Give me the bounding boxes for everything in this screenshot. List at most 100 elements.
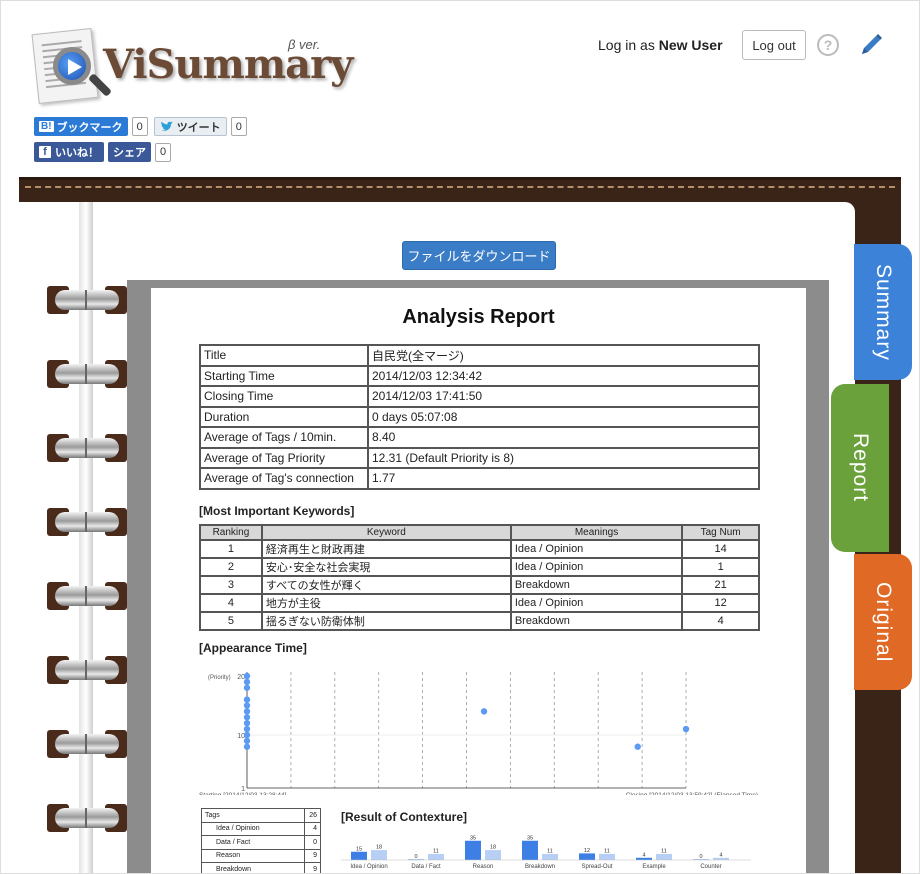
tab-summary[interactable]: Summary [854, 244, 912, 380]
info-label: Title [199, 344, 369, 367]
facebook-share-button[interactable]: シェア [108, 142, 151, 162]
logout-button[interactable]: Log out [742, 30, 806, 60]
magnifier-play-icon [53, 47, 91, 85]
binder-ring [47, 356, 127, 392]
notebook: ファイルをダウンロード Analysis Report Title 自民党(全マー… [19, 177, 912, 873]
data-point [243, 702, 251, 709]
hatena-bookmark-button[interactable]: B! ブックマーク [34, 117, 128, 136]
data-point [243, 678, 251, 686]
keyword-row: 1 経済再生と財政再建 Idea / Opinion 14 [199, 539, 760, 559]
keyword-tagnum: 14 [681, 539, 760, 559]
keywords-header: Keyword [260, 524, 512, 541]
info-value: 12.31 (Default Priority is 8) [367, 446, 760, 469]
keyword-meaning: Idea / Opinion [509, 539, 684, 559]
keyword-row: 5 揺るぎない防衛体制 Breakdown 4 [199, 611, 760, 631]
data-point [243, 743, 251, 750]
binder-ring [47, 282, 127, 318]
contexture-bar [351, 851, 367, 860]
data-point [243, 731, 251, 739]
keywords-title: [Most Important Keywords] [199, 504, 355, 518]
ring-bar [55, 808, 119, 828]
data-point [634, 743, 641, 750]
binder-ring [47, 430, 127, 466]
login-prefix: Log in as [598, 37, 659, 53]
info-label: Average of Tag's connection [199, 467, 369, 490]
info-label: Average of Tag Priority [199, 446, 369, 469]
ring-bar [55, 438, 119, 458]
tab-report[interactable]: Report [831, 384, 889, 552]
info-row: Average of Tag Priority 12.31 (Default Pr… [199, 446, 760, 469]
tags-label: Data / Fact [201, 835, 305, 850]
tab-summary-label: Summary [872, 263, 895, 361]
tab-report-label: Report [849, 433, 872, 503]
info-label: Duration [199, 405, 369, 428]
keyword-meaning: Breakdown [509, 611, 684, 631]
keyword-text: すべての女性が輝く [260, 575, 512, 595]
binder-ring [47, 504, 127, 540]
notebook-page: ファイルをダウンロード Analysis Report Title 自民党(全マー… [19, 202, 855, 873]
x-end-label: Closing [2014/12/03 13:59:42] (Elapsed T… [626, 792, 758, 795]
info-value: 1.77 [367, 467, 760, 490]
contexture-bar [522, 840, 538, 860]
contexture-bar-chart: 15 18 Idea / Opinion 0 11 Data / Fact 35 18 Reas… [341, 835, 751, 870]
hatena-count: 0 [131, 117, 148, 136]
pencil-icon[interactable] [857, 31, 885, 59]
facebook-icon: f [39, 146, 51, 158]
beta-label: β ver. [288, 37, 321, 52]
category-label: Counter [700, 864, 721, 870]
keyword-text: 安心･安全な社会実現 [260, 557, 512, 577]
binder-ring [47, 726, 127, 762]
bar-value-label: 4 [642, 852, 645, 858]
keyword-meaning: Breakdown [509, 575, 684, 595]
category-label: Reason [473, 864, 494, 870]
bar-value-label: 11 [547, 848, 553, 854]
help-icon[interactable]: ? [817, 34, 839, 56]
data-point [243, 684, 251, 691]
user-name: New User [658, 37, 723, 53]
keywords-header: Ranking [199, 524, 263, 541]
keyword-row: 3 すべての女性が輝く Breakdown 21 [199, 575, 760, 595]
info-row: Title 自民党(全マージ) [199, 344, 760, 367]
app-root: ViSummary β ver. Log in as New User Log … [0, 0, 920, 874]
category-label: Idea / Opinion [350, 864, 387, 870]
tags-value: 9 [304, 848, 321, 863]
tags-value: 0 [304, 835, 321, 850]
info-row: Average of Tags / 10min. 8.40 [199, 426, 760, 449]
appearance-time-chart: (Priority)20101Starting [2014/12/03 13:2… [199, 672, 758, 795]
category-label: Data / Fact [411, 864, 441, 870]
visummary-logo[interactable]: ViSummary β ver. [31, 28, 353, 109]
report-title: Analysis Report [402, 306, 555, 328]
info-label: Starting Time [199, 364, 369, 387]
tweet-count: 0 [230, 117, 247, 136]
contexture-bar [579, 853, 595, 860]
y-tick-label: 20 [237, 674, 245, 681]
login-status: Log in as New User [598, 37, 723, 53]
data-point [243, 719, 251, 727]
bar-value-label: 12 [584, 848, 590, 854]
y-tick-label: 10 [237, 733, 245, 740]
tweet-button[interactable]: ツイート [153, 117, 227, 136]
keyword-tagnum: 21 [681, 575, 760, 595]
data-point [243, 672, 251, 680]
facebook-like-button[interactable]: f いいね！ [34, 142, 104, 162]
info-value: 自民党(全マージ) [367, 344, 760, 367]
summary-info-table: Title 自民党(全マージ) Starting Time 2014/12/03 12… [199, 344, 760, 490]
tags-value: 26 [304, 808, 321, 823]
share-row-1: B! ブックマーク 0 ツイート 0 [34, 117, 247, 136]
download-button[interactable]: ファイルをダウンロード [402, 241, 556, 270]
data-point [243, 696, 251, 703]
x-start-label: Starting [2014/12/03 13:28:44] [199, 792, 287, 795]
data-point [682, 725, 690, 733]
tags-count-table: Tags 26 Idea / Opinion 4 Data / Fact 0 Reason 9… [201, 808, 321, 873]
category-label: Breakdown [525, 864, 555, 870]
keyword-tagnum: 12 [681, 593, 760, 613]
keyword-rank: 1 [199, 539, 263, 559]
y-axis-label: (Priority) [208, 675, 231, 681]
report-sheet: Analysis Report Title 自民党(全マージ) Starting T… [151, 288, 806, 873]
keyword-meaning: Idea / Opinion [509, 593, 684, 613]
keyword-rank: 3 [199, 575, 263, 595]
tab-original[interactable]: Original [854, 554, 912, 690]
contexture-bar [542, 853, 558, 860]
facebook-count: 0 [155, 142, 172, 162]
tweet-label: ツイート [176, 121, 221, 134]
